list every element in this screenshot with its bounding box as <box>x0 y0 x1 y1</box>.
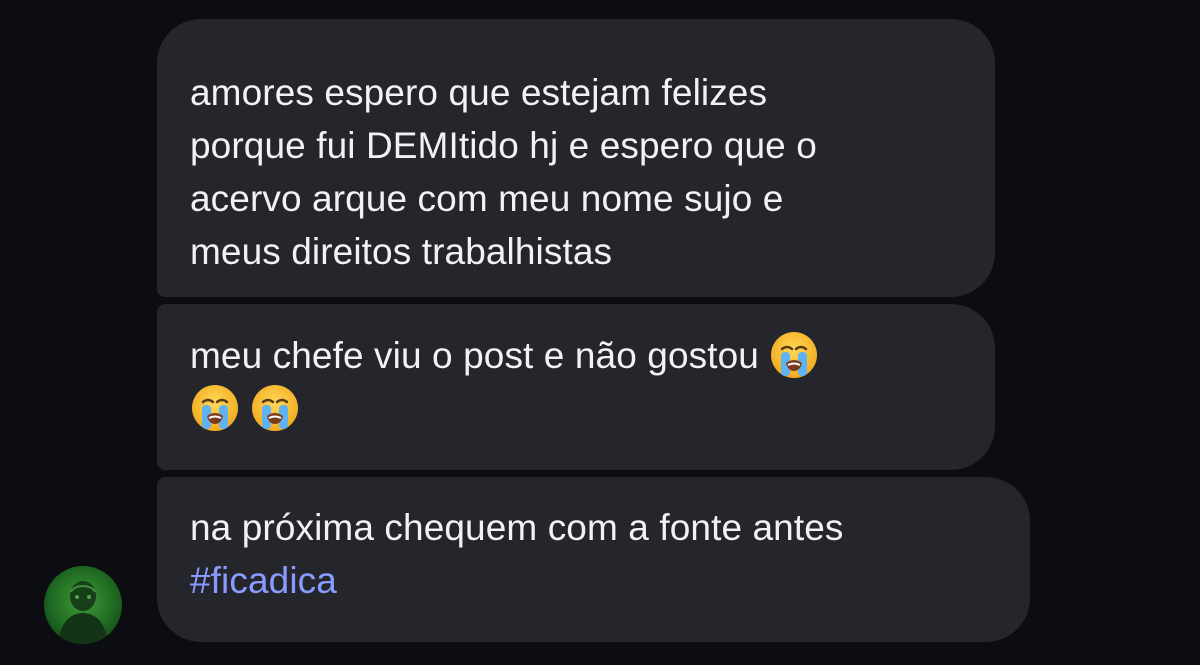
message-bubble-1[interactable]: amores espero que estejam felizes porque… <box>157 19 995 297</box>
loudly-crying-face-emoji <box>769 330 819 380</box>
hashtag-link[interactable]: #ficadica <box>190 554 1030 607</box>
loudly-crying-face-emoji <box>190 383 240 433</box>
message-text-line: na próxima chequem com a fonte antes <box>190 507 844 548</box>
message-text-line: meu chefe viu o post e não gostou <box>190 329 995 382</box>
message-text-line: amores espero que estejam felizes <box>190 72 768 113</box>
emoji-row <box>190 382 995 435</box>
message-text-line: acervo arque com meu nome sujo e <box>190 178 784 219</box>
message-text-line: porque fui DEMItido hj e espero que o <box>190 125 817 166</box>
message-bubble-3[interactable]: na próxima chequem com a fonte antes #fi… <box>157 477 1030 642</box>
message-bubble-2[interactable]: meu chefe viu o post e não gostou <box>157 304 995 470</box>
avatar-photo <box>58 581 108 644</box>
message-text: meu chefe viu o post e não gostou <box>190 335 759 376</box>
loudly-crying-face-emoji <box>250 383 300 433</box>
sender-avatar[interactable] <box>44 566 122 644</box>
message-text-line: meus direitos trabalhistas <box>190 231 613 272</box>
